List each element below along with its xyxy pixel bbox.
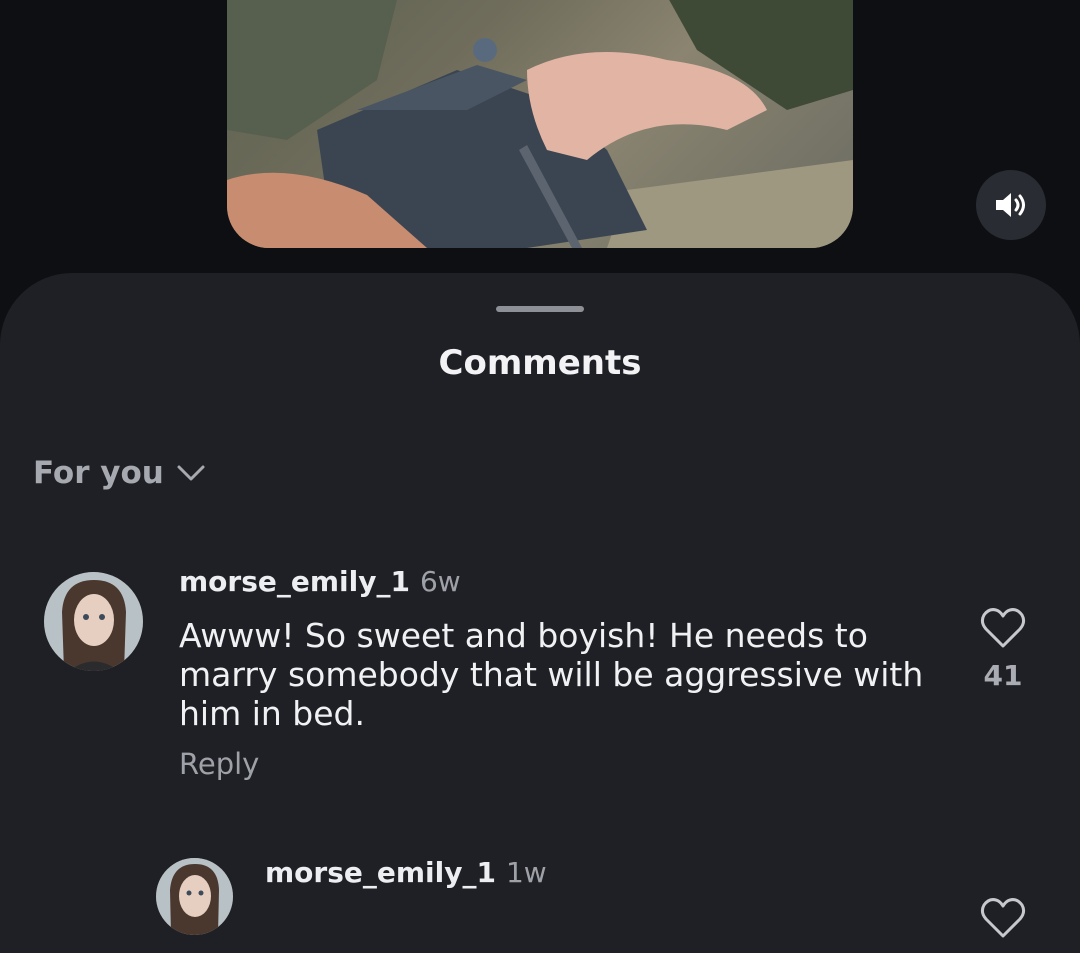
comment-username[interactable]: morse_emily_1 1w (265, 856, 547, 889)
username-text[interactable]: morse_emily_1 (179, 565, 410, 598)
video-still (227, 0, 853, 248)
user-photo (44, 572, 143, 671)
sound-toggle-button[interactable] (976, 170, 1046, 240)
speaker-sound-icon (996, 193, 1025, 217)
like-count: 41 (983, 659, 1023, 692)
avatar[interactable] (44, 572, 143, 671)
comment-time: 6w (419, 565, 461, 598)
comment-username[interactable]: morse_emily_1 6w (179, 565, 461, 598)
username-text[interactable]: morse_emily_1 (265, 856, 496, 889)
comment-text: Awww! So sweet and boyish! He needs to m… (179, 616, 924, 733)
like-button[interactable]: 41 (978, 607, 1028, 692)
comment-sort-dropdown[interactable]: For you (33, 455, 206, 491)
comment-time: 1w (505, 856, 547, 889)
reply-button[interactable]: Reply (179, 747, 259, 781)
user-photo (156, 858, 233, 935)
chevron-down-icon (177, 465, 205, 481)
like-button[interactable] (978, 897, 1028, 943)
drag-handle[interactable] (496, 306, 584, 312)
heart-outline-icon (980, 608, 1026, 648)
video-frame[interactable] (227, 0, 853, 248)
comments-sheet: Comments For you morse_emily_1 6w Awww! S… (0, 273, 1080, 953)
sheet-title: Comments (438, 343, 642, 383)
heart-outline-icon (980, 898, 1026, 938)
sort-label: For you (33, 455, 164, 491)
avatar[interactable] (156, 858, 233, 935)
